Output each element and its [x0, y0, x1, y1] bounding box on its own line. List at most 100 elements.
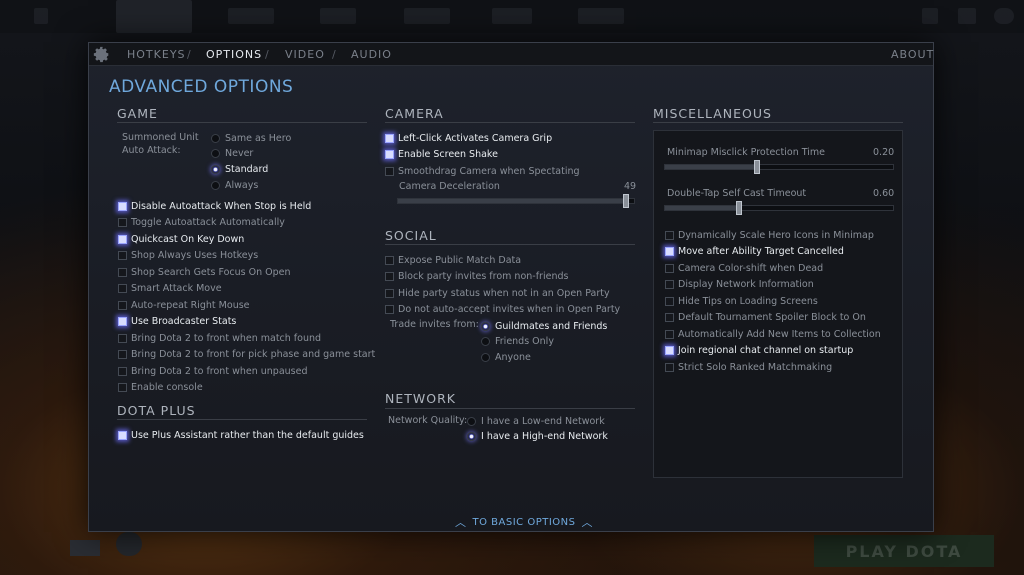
- checkbox-shop-search-gets-focus-on-open[interactable]: Shop Search Gets Focus On Open: [118, 265, 291, 279]
- checkbox-unchecked[interactable]: [385, 305, 394, 314]
- checkbox-unchecked[interactable]: [118, 383, 127, 392]
- checkbox-display-network-information[interactable]: Display Network Information: [665, 278, 814, 292]
- checkbox-use-broadcaster-stats[interactable]: Use Broadcaster Stats: [118, 315, 236, 329]
- chat-icon[interactable]: [958, 8, 976, 24]
- checkbox-expose-public-match-data[interactable]: Expose Public Match Data: [385, 253, 521, 267]
- radio-friends-only[interactable]: Friends Only: [481, 335, 554, 349]
- checkbox-quickcast-on-key-down[interactable]: Quickcast On Key Down: [118, 232, 244, 246]
- nav-item[interactable]: [578, 8, 624, 24]
- nav-item[interactable]: [492, 8, 532, 24]
- radio-unselected[interactable]: [211, 149, 220, 159]
- checkbox-bring-dota-2-to-front-when-unpaused[interactable]: Bring Dota 2 to front when unpaused: [118, 364, 307, 378]
- tab-audio[interactable]: AUDIO: [351, 43, 392, 66]
- checkbox-camera-color-shift-when-dead[interactable]: Camera Color-shift when Dead: [665, 261, 823, 275]
- checkbox-checked[interactable]: [118, 317, 127, 326]
- checkbox-unchecked[interactable]: [665, 329, 674, 339]
- radio-never[interactable]: Never: [211, 147, 253, 161]
- checkbox-checked[interactable]: [385, 150, 394, 159]
- friends-icon[interactable]: [922, 8, 938, 24]
- avatar[interactable]: [994, 8, 1014, 24]
- checkbox-enable-screen-shake[interactable]: Enable Screen Shake: [385, 148, 498, 162]
- checkbox-checked[interactable]: [385, 133, 394, 143]
- checkbox-hide-tips-on-loading-screens[interactable]: Hide Tips on Loading Screens: [665, 294, 818, 308]
- radio-always[interactable]: Always: [211, 178, 258, 192]
- radio-selected[interactable]: [467, 432, 476, 442]
- about-link[interactable]: ABOUT: [891, 43, 934, 66]
- radio-selected[interactable]: [211, 164, 220, 174]
- checkbox-shop-always-uses-hotkeys[interactable]: Shop Always Uses Hotkeys: [118, 249, 258, 263]
- checkbox-unchecked[interactable]: [118, 218, 127, 227]
- profile-tab[interactable]: [116, 0, 192, 33]
- checkbox-smoothdrag-camera-when-spectating[interactable]: Smoothdrag Camera when Spectating: [385, 164, 580, 178]
- minimap-misclick-slider[interactable]: [664, 160, 894, 174]
- double-tap-slider[interactable]: [664, 201, 894, 215]
- checkbox-unchecked[interactable]: [118, 300, 127, 310]
- checkbox-bring-dota-2-to-front-when-match-found[interactable]: Bring Dota 2 to front when match found: [118, 331, 321, 345]
- checkbox-block-party-invites-from-non-friends[interactable]: Block party invites from non-friends: [385, 270, 568, 284]
- checkbox-left-click-activates-camera-grip[interactable]: Left-Click Activates Camera Grip: [385, 131, 552, 145]
- checkbox-unchecked[interactable]: [385, 288, 394, 298]
- checkbox-do-not-auto-accept-invites-when-in-open-party[interactable]: Do not auto-accept invites when in Open …: [385, 303, 620, 317]
- checkbox-toggle-autoattack-automatically[interactable]: Toggle Autoattack Automatically: [118, 216, 285, 230]
- checkbox-checked[interactable]: [118, 234, 127, 244]
- checkbox-default-tournament-spoiler-block-to-on[interactable]: Default Tournament Spoiler Block to On: [665, 311, 866, 325]
- menu-icon[interactable]: [34, 8, 48, 24]
- radio-standard[interactable]: Standard: [211, 162, 268, 176]
- checkbox-unchecked[interactable]: [665, 313, 674, 322]
- gear-icon[interactable]: [93, 46, 110, 63]
- radio-guildmates-and-friends[interactable]: Guildmates and Friends: [481, 319, 607, 333]
- radio-unselected[interactable]: [481, 337, 490, 347]
- checkbox-unchecked[interactable]: [118, 366, 127, 376]
- radio-i-have-a-low-end-network[interactable]: I have a Low-end Network: [467, 414, 605, 428]
- checkbox-auto-repeat-right-mouse[interactable]: Auto-repeat Right Mouse: [118, 298, 250, 312]
- radio-same-as-hero[interactable]: Same as Hero: [211, 131, 291, 145]
- tab-options[interactable]: OPTIONS: [206, 43, 262, 66]
- checkbox-unchecked[interactable]: [665, 296, 674, 306]
- radio-i-have-a-high-end-network[interactable]: I have a High-end Network: [467, 430, 608, 444]
- slider-handle[interactable]: [623, 194, 629, 208]
- checkbox-unchecked[interactable]: [665, 280, 674, 289]
- checkbox-disable-autoattack-when-stop-is-held[interactable]: Disable Autoattack When Stop is Held: [118, 199, 311, 213]
- checkbox-checked[interactable]: [665, 346, 674, 355]
- nav-item[interactable]: [228, 8, 274, 24]
- radio-unselected[interactable]: [481, 353, 490, 363]
- camera-deceleration-slider[interactable]: [397, 194, 635, 208]
- checkbox-move-after-ability-target-cancelled[interactable]: Move after Ability Target Cancelled: [665, 245, 844, 259]
- checkbox-join-regional-chat-channel-on-startup[interactable]: Join regional chat channel on startup: [665, 344, 853, 358]
- checkbox-enable-console[interactable]: Enable console: [118, 381, 203, 395]
- checkbox-unchecked[interactable]: [385, 166, 394, 176]
- tab-video[interactable]: VIDEO: [285, 43, 325, 66]
- checkbox-unchecked[interactable]: [118, 267, 127, 277]
- nav-item[interactable]: [404, 8, 450, 24]
- radio-unselected[interactable]: [211, 133, 220, 143]
- checkbox-unchecked[interactable]: [118, 284, 127, 293]
- tab-hotkeys[interactable]: HOTKEYS: [127, 43, 186, 66]
- checkbox-unchecked[interactable]: [665, 362, 674, 372]
- checkbox-strict-solo-ranked-matchmaking[interactable]: Strict Solo Ranked Matchmaking: [665, 360, 832, 374]
- radio-unselected[interactable]: [467, 416, 476, 426]
- slider-handle[interactable]: [754, 160, 760, 174]
- checkbox-unchecked[interactable]: [118, 333, 127, 343]
- play-dota-button[interactable]: PLAY DOTA: [814, 535, 994, 567]
- to-basic-options-link[interactable]: ︿ TO BASIC OPTIONS ︿: [449, 514, 599, 530]
- radio-anyone[interactable]: Anyone: [481, 351, 531, 365]
- checkbox-unchecked[interactable]: [665, 263, 674, 273]
- checkbox-unchecked[interactable]: [385, 272, 394, 281]
- checkbox-hide-party-status-when-not-in-an-open-party[interactable]: Hide party status when not in an Open Pa…: [385, 286, 610, 300]
- party-slot[interactable]: [70, 540, 100, 556]
- checkbox-smart-attack-move[interactable]: Smart Attack Move: [118, 282, 222, 296]
- checkbox-unchecked[interactable]: [118, 350, 127, 359]
- checkbox-unchecked[interactable]: [385, 255, 394, 265]
- checkbox-checked[interactable]: [118, 430, 127, 440]
- checkbox-checked[interactable]: [665, 247, 674, 256]
- radio-selected[interactable]: [481, 321, 490, 331]
- checkbox-unchecked[interactable]: [118, 251, 127, 260]
- checkbox-checked[interactable]: [118, 201, 127, 211]
- checkbox-unchecked[interactable]: [665, 230, 674, 240]
- radio-unselected[interactable]: [211, 180, 220, 190]
- slider-handle[interactable]: [736, 201, 742, 215]
- checkbox-dynamically-scale-hero-icons-in-minimap[interactable]: Dynamically Scale Hero Icons in Minimap: [665, 228, 874, 242]
- nav-item[interactable]: [320, 8, 356, 24]
- checkbox-automatically-add-new-items-to-collection[interactable]: Automatically Add New Items to Collectio…: [665, 327, 881, 341]
- checkbox-bring-dota-2-to-front-for-pick-phase-and-game-start[interactable]: Bring Dota 2 to front for pick phase and…: [118, 348, 375, 362]
